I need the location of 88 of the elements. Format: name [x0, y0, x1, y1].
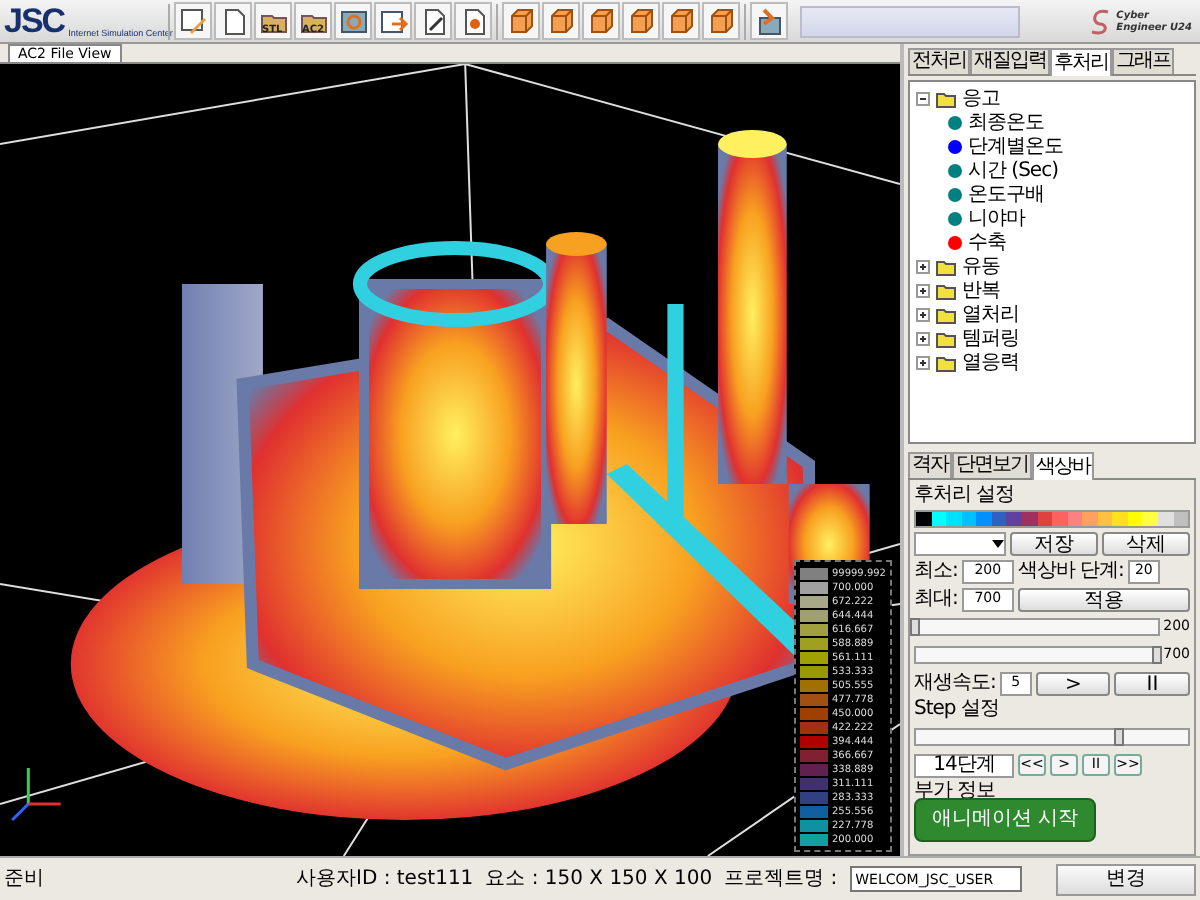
toolbar-button[interactable]	[334, 2, 372, 40]
tooltip: 애니메이션 시작	[914, 798, 1097, 842]
min-label: 최소:	[914, 559, 958, 583]
toolbar-button[interactable]	[374, 2, 412, 40]
toolbar-button[interactable]	[502, 2, 540, 40]
import-icon	[753, 5, 785, 37]
palette-swatch[interactable]	[1006, 512, 1022, 526]
export-icon	[377, 5, 409, 37]
slider[interactable]	[914, 646, 1160, 664]
expand-icon[interactable]	[916, 332, 930, 346]
tree-item[interactable]: 시간 (Sec)	[968, 160, 1058, 182]
status-text: 준비	[4, 867, 44, 891]
slider-thumb[interactable]	[910, 618, 920, 636]
tree-item[interactable]: 열처리	[962, 304, 1019, 326]
refresh-icon	[337, 5, 369, 37]
play-button[interactable]: >	[1035, 671, 1111, 695]
project-label: 프로젝트명 :	[724, 867, 838, 891]
folder-icon	[936, 91, 956, 107]
palette-swatch[interactable]	[946, 512, 962, 526]
palette-swatch[interactable]	[1158, 512, 1174, 526]
section-title: 후처리 설정	[914, 484, 1017, 508]
axis-triad-icon	[11, 768, 61, 822]
toolbar-button[interactable]	[454, 2, 492, 40]
toolbar-button[interactable]	[662, 2, 700, 40]
step-readout: 14단계	[914, 753, 1014, 777]
palette-swatch[interactable]	[916, 512, 932, 526]
toolbar-button[interactable]	[414, 2, 452, 40]
toolbar-button[interactable]	[750, 2, 788, 40]
user-id-text: 사용자ID : test111	[296, 867, 474, 891]
cube-icon	[705, 5, 737, 37]
palette-swatch[interactable]	[1112, 512, 1128, 526]
toolbar-button[interactable]	[542, 2, 580, 40]
tree-item[interactable]: 단계별온도	[968, 136, 1063, 158]
step-label: Step 설정	[914, 698, 1001, 722]
cube-icon	[585, 5, 617, 37]
slider-thumb[interactable]	[1151, 646, 1162, 664]
logo: JSC	[4, 3, 65, 39]
toolbar-button[interactable]	[174, 2, 212, 40]
swirl-logo-icon	[1088, 7, 1113, 35]
palette-swatch[interactable]	[976, 512, 992, 526]
tree-item[interactable]: 반복	[962, 280, 1000, 302]
slider[interactable]	[914, 728, 1190, 746]
toolbar-button[interactable]	[702, 2, 740, 40]
max-label: 최대:	[914, 587, 958, 611]
page-pencil-icon	[177, 5, 209, 37]
toolbar-button[interactable]	[622, 2, 660, 40]
slider[interactable]	[914, 618, 1160, 636]
apply-button[interactable]: 적용	[1017, 587, 1190, 611]
panel-tab[interactable]: 재질입력	[970, 48, 1050, 74]
speed-label: 재생속도:	[914, 671, 996, 695]
delete-button[interactable]: 삭제	[1102, 531, 1190, 555]
toolbar-button[interactable]	[214, 2, 252, 40]
extra-info-label: 부가 정보	[914, 780, 998, 804]
tree-item[interactable]: 템퍼링	[962, 328, 1019, 350]
slider-thumb[interactable]	[1114, 728, 1124, 746]
steps-label: 색상바 단계:	[1017, 559, 1124, 583]
palette-swatch[interactable]	[1082, 512, 1098, 526]
cube-icon	[665, 5, 697, 37]
tree-item[interactable]: 수축	[968, 232, 1006, 254]
expand-icon[interactable]	[916, 260, 930, 274]
cube-icon	[545, 5, 577, 37]
change-button[interactable]: 변경	[1056, 863, 1196, 895]
toolbar-button[interactable]	[582, 2, 620, 40]
palette-swatch[interactable]	[1052, 512, 1068, 526]
preset-dropdown[interactable]	[914, 531, 1006, 555]
pause-button[interactable]: II	[1114, 671, 1190, 695]
panel-tab[interactable]: 단면보기	[952, 452, 1032, 478]
expand-icon[interactable]	[916, 308, 930, 322]
tree-item[interactable]: 유동	[962, 256, 1000, 278]
tree-item[interactable]: 열응력	[962, 352, 1019, 374]
expand-icon[interactable]	[916, 356, 930, 370]
save-button[interactable]: 저장	[1010, 531, 1098, 555]
panel-tab[interactable]: 격자	[908, 452, 952, 478]
collapse-icon[interactable]	[916, 92, 930, 106]
tree-item[interactable]: 최종온도	[968, 112, 1044, 134]
cube-icon	[625, 5, 657, 37]
panel-tab[interactable]: 전처리	[908, 48, 970, 74]
palette-swatch[interactable]	[1142, 512, 1158, 526]
caret-icon	[992, 539, 1004, 547]
panel-tab[interactable]: 그래프	[1112, 48, 1174, 74]
panel-tab[interactable]: 색상바	[1032, 452, 1094, 480]
expand-icon[interactable]	[916, 284, 930, 298]
cube-icon	[505, 5, 537, 37]
panel-tab[interactable]: 후처리	[1050, 48, 1112, 76]
tree-item[interactable]: 온도구배	[968, 184, 1044, 206]
element-count-text: 요소 : 150 X 150 X 100	[485, 867, 713, 891]
tree-item[interactable]: 니야마	[968, 208, 1025, 230]
tree-item[interactable]: 응고	[962, 88, 1000, 110]
